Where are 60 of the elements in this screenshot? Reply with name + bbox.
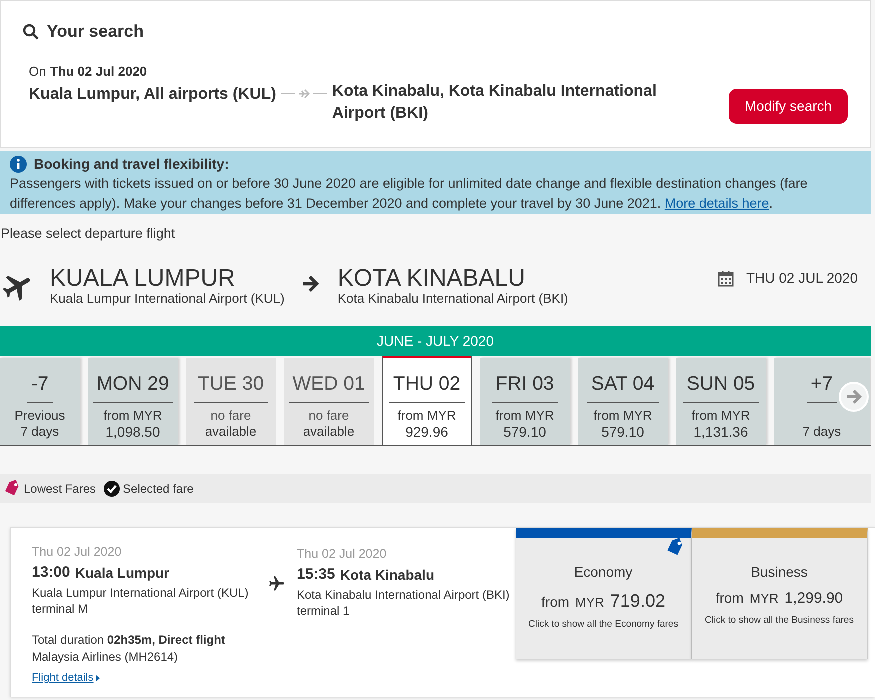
terminal-text: terminal M <box>32 601 90 618</box>
date-tab[interactable]: +7 7 days <box>774 358 870 446</box>
month-bar: JUNE - JULY 2020 <box>0 326 871 356</box>
notice-title: Booking and travel flexibility: <box>34 155 230 174</box>
flight-time: 13:00 <box>32 564 70 582</box>
date-tab[interactable]: WED 01 no fare available <box>284 358 374 446</box>
date-tab[interactable]: MON 29 from MYR 1,098.50 <box>88 358 178 446</box>
search-title: Your search <box>47 21 144 43</box>
flight-date: Thu 02 Jul 2020 <box>32 545 123 560</box>
modify-search-button[interactable]: Modify search <box>729 89 848 124</box>
flight-date: Thu 02 Jul 2020 <box>297 547 388 562</box>
search-date: Thu 02 Jul 2020 <box>50 62 148 80</box>
duration-text: Total duration 02h35m, Direct flight <box>32 632 226 648</box>
airline-text: Malaysia Airlines (MH2614) <box>32 649 180 666</box>
right-arrow-icon <box>845 388 863 406</box>
destination-text: Kota Kinabalu, Kota Kinabalu International Airport (BKI) <box>332 82 658 124</box>
airplane-icon <box>268 575 286 594</box>
check-icon <box>104 480 120 497</box>
date-prefix: On <box>29 62 46 80</box>
fare-option[interactable]: Business from MYR 1,299.90 Click to show all the Business fares <box>692 528 868 660</box>
caret-icon <box>96 674 100 682</box>
date-tab[interactable]: TUE 30 no fare available <box>186 358 276 446</box>
currency-code: MYR <box>576 594 604 612</box>
origin-city: KUALA LUMPUR <box>50 266 236 292</box>
date-tab[interactable]: FRI 03 from MYR 579.10 <box>480 358 570 446</box>
legend-label: Selected fare <box>123 480 194 498</box>
currency-code: MYR <box>750 590 779 608</box>
fare-price: 1,299.90 <box>784 589 844 610</box>
legend-label: Lowest Fares <box>24 480 96 498</box>
plane-connector-icon <box>281 88 328 100</box>
date-tab[interactable]: THU 02 from MYR 929.96 <box>382 356 472 446</box>
calendar-icon <box>718 270 734 287</box>
price-prefix: from <box>542 593 570 612</box>
date-tab[interactable]: -7 Previous 7 days <box>0 358 80 446</box>
airport-name: Kuala Lumpur International Airport (KUL) <box>32 585 250 602</box>
prompt-text: Please select departure flight <box>1 225 176 243</box>
tag-icon <box>3 480 21 498</box>
info-icon <box>10 156 27 172</box>
right-arrow-icon <box>300 274 321 294</box>
fare-option[interactable]: Economy from MYR 719.02 Click to show all the Economy fares <box>516 528 692 660</box>
destination-airport: Kota Kinabalu International Airport (BKI) <box>338 292 568 306</box>
fare-price: 719.02 <box>610 590 666 614</box>
flight-details-link[interactable]: Flight details <box>32 671 100 686</box>
notice-text: Passengers with tickets issued on or before 30 June 2020 are eligible for unlimited date change and flexible destination changes (fare differences apply). Make your changes before 31 December 2020 and complete your travel by 30 June 2021. More details here. <box>10 175 809 213</box>
selected-date: THU 02 JUL 2020 <box>746 269 858 288</box>
date-tab[interactable]: SAT 04 from MYR 579.10 <box>578 358 668 446</box>
terminal-text: terminal 1 <box>297 603 351 620</box>
more-details-link[interactable]: More details here <box>664 196 770 211</box>
fare-hint: Click to show all the Business fares <box>705 614 854 628</box>
search-icon <box>23 24 39 40</box>
price-prefix: from <box>716 589 744 608</box>
origin-text: Kuala Lumpur, All airports (KUL) <box>29 85 276 105</box>
date-tab[interactable]: SUN 05 from MYR 1,131.36 <box>676 358 766 446</box>
fare-hint: Click to show all the Economy fares <box>528 618 678 632</box>
flight-time: 15:35 <box>297 566 336 584</box>
destination-city: KOTA KINABALU <box>338 266 526 292</box>
origin-airport: Kuala Lumpur International Airport (KUL) <box>50 292 285 306</box>
airport-name: Kota Kinabalu International Airport (BKI) <box>297 587 511 604</box>
flight-city: Kuala Lumpur <box>75 564 170 582</box>
flight-city: Kota Kinabalu <box>340 566 434 584</box>
